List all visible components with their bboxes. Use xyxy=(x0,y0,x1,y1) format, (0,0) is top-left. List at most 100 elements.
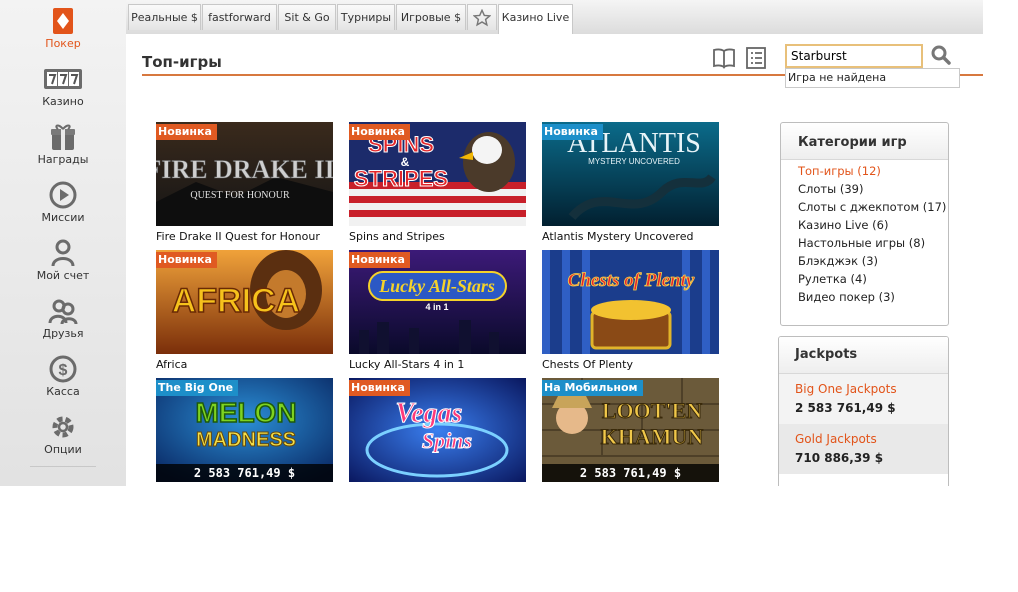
tab-label: Sit & Go xyxy=(284,11,330,24)
svg-text:$: $ xyxy=(59,362,68,379)
game-thumbnail: Vegas Spins Новинка xyxy=(349,378,526,482)
game-tile-melon-madness[interactable]: MELON MADNESS The Big One 2 583 761,49 $ xyxy=(156,378,333,482)
search-input[interactable] xyxy=(785,44,923,68)
tab-tournaments[interactable]: Турниры xyxy=(337,4,395,30)
jackpots-header: Jackpots xyxy=(779,337,948,374)
svg-text:LOOT'EN: LOOT'EN xyxy=(602,398,702,423)
tab-casino-live[interactable]: Казино Live xyxy=(498,4,573,35)
category-jackpot-slots[interactable]: Слоты с джекпотом (17) xyxy=(798,200,946,214)
jackpot-value: 710 886,39 $ xyxy=(795,451,884,465)
sidebar-item-label: Опции xyxy=(44,443,82,456)
search-no-results: Игра не найдена xyxy=(785,68,960,88)
sidebar-item-cashier[interactable]: $ Касса xyxy=(0,348,126,406)
play-circle-icon xyxy=(49,181,77,209)
game-name: Spins and Stripes xyxy=(349,230,445,243)
sidebar-item-label: Награды xyxy=(37,153,89,166)
game-tile-vegas-spins[interactable]: Vegas Spins Новинка xyxy=(349,378,526,482)
category-casino-live[interactable]: Казино Live (6) xyxy=(798,218,888,232)
category-video-poker[interactable]: Видео покер (3) xyxy=(798,290,895,304)
gift-icon xyxy=(51,124,75,150)
game-thumbnail: SPINS & STRIPES Новинка xyxy=(349,122,526,226)
jackpot-row-gold[interactable]: Gold Jackpots 710 886,39 $ xyxy=(779,424,948,474)
game-name: Atlantis Mystery Uncovered xyxy=(542,230,694,243)
tab-label: Казино Live xyxy=(501,11,570,24)
sidebar: Покер Казино Награды Миссии Мой счет Дру… xyxy=(0,0,127,486)
categories-title: Категории игр xyxy=(798,135,907,150)
game-thumbnail: AFRICA Новинка xyxy=(156,250,333,354)
sidebar-item-friends[interactable]: Друзья xyxy=(0,290,126,348)
sidebar-divider xyxy=(30,466,96,467)
sidebar-item-rewards[interactable]: Награды xyxy=(0,116,126,174)
game-name: Fire Drake II Quest for Honour xyxy=(156,230,320,243)
sidebar-item-poker[interactable]: Покер xyxy=(0,0,126,58)
tab-favorites[interactable] xyxy=(467,4,497,30)
sidebar-item-options[interactable]: Опции xyxy=(0,406,126,464)
badge-new: Новинка xyxy=(156,124,217,140)
game-tile-looten-khamun[interactable]: LOOT'EN KHAMUN На Мобильном 2 583 761,49… xyxy=(542,378,719,482)
book-view-icon[interactable] xyxy=(712,46,736,70)
game-tile-chests-of-plenty[interactable]: Chests of Plenty Chests Of Plenty xyxy=(542,250,719,371)
category-slots[interactable]: Слоты (39) xyxy=(798,182,863,196)
categories-panel: Категории игр Топ-игры (12) Слоты (39) С… xyxy=(780,122,949,326)
friends-icon xyxy=(48,299,78,325)
dollar-icon: $ xyxy=(49,355,77,383)
badge-new: Новинка xyxy=(349,252,410,268)
category-roulette[interactable]: Рулетка (4) xyxy=(798,272,867,286)
slot-777-icon xyxy=(44,69,82,89)
tab-label: Турниры xyxy=(340,11,392,24)
tab-play-money[interactable]: Игровые $ xyxy=(396,4,466,30)
user-icon xyxy=(51,239,75,267)
jackpot-name: Big One Jackpots xyxy=(795,382,897,396)
list-view-icon[interactable] xyxy=(744,46,768,70)
svg-text:Lucky All-Stars: Lucky All-Stars xyxy=(378,276,495,296)
game-tile-atlantis[interactable]: ATLANTIS MYSTERY UNCOVERED Новинка Atlan… xyxy=(542,122,719,243)
badge-new: Новинка xyxy=(542,124,603,140)
sidebar-item-label: Покер xyxy=(45,37,81,50)
game-thumbnail: MELON MADNESS The Big One 2 583 761,49 $ xyxy=(156,378,333,482)
jackpot-row-big-one[interactable]: Big One Jackpots 2 583 761,49 $ xyxy=(779,374,948,424)
game-tile-lucky-all-stars[interactable]: Lucky All-Stars 4 in 1 Новинка Lucky All… xyxy=(349,250,526,371)
page-title: Топ-игры xyxy=(142,53,222,71)
svg-text:MELON: MELON xyxy=(195,397,296,428)
sidebar-item-label: Миссии xyxy=(41,211,85,224)
app-window: Покер Казино Награды Миссии Мой счет Дру… xyxy=(0,0,983,486)
category-blackjack[interactable]: Блэкджэк (3) xyxy=(798,254,878,268)
badge-new: Новинка xyxy=(349,124,410,140)
badge-mobile: На Мобильном xyxy=(542,380,643,396)
tab-sit-and-go[interactable]: Sit & Go xyxy=(278,4,336,30)
tab-real-money[interactable]: Реальные $ xyxy=(128,4,201,30)
sidebar-item-casino[interactable]: Казино xyxy=(0,58,126,116)
gear-icon xyxy=(52,416,74,438)
svg-text:Vegas: Vegas xyxy=(396,398,463,429)
jackpots-panel: Jackpots Big One Jackpots 2 583 761,49 $… xyxy=(778,336,949,486)
sidebar-item-missions[interactable]: Миссии xyxy=(0,174,126,232)
game-thumbnail: Chests of Plenty xyxy=(542,250,719,354)
tab-label: Игровые $ xyxy=(400,11,462,24)
svg-text:4 in 1: 4 in 1 xyxy=(425,302,448,312)
jackpot-name: Gold Jackpots xyxy=(795,432,877,446)
jackpot-value: 2 583 761,49 $ xyxy=(795,401,896,415)
sidebar-item-label: Мой счет xyxy=(36,269,90,282)
badge-new: Новинка xyxy=(156,252,217,268)
sidebar-item-account[interactable]: Мой счет xyxy=(0,232,126,290)
sidebar-item-label: Казино xyxy=(42,95,84,108)
search-icon[interactable] xyxy=(930,44,952,66)
svg-text:FIRE DRAKE II: FIRE DRAKE II xyxy=(156,155,333,184)
game-thumbnail: Lucky All-Stars 4 in 1 Новинка xyxy=(349,250,526,354)
category-top-games[interactable]: Топ-игры (12) xyxy=(798,164,881,178)
tab-label: Реальные $ xyxy=(131,11,198,24)
svg-text:MYSTERY UNCOVERED: MYSTERY UNCOVERED xyxy=(588,157,680,166)
badge-new: Новинка xyxy=(349,380,410,396)
svg-text:AFRICA: AFRICA xyxy=(172,282,300,320)
jackpot-amount: 2 583 761,49 $ xyxy=(542,464,719,482)
sidebar-item-label: Друзья xyxy=(42,327,84,340)
top-tab-bar: Реальные $ fastforward Sit & Go Турниры … xyxy=(126,0,983,35)
game-tile-spins-and-stripes[interactable]: SPINS & STRIPES Новинка Spins and Stripe… xyxy=(349,122,526,243)
game-thumbnail: LOOT'EN KHAMUN На Мобильном 2 583 761,49… xyxy=(542,378,719,482)
game-tile-africa[interactable]: AFRICA Новинка Africa xyxy=(156,250,333,371)
poker-diamond-icon xyxy=(53,8,73,34)
tab-fastforward[interactable]: fastforward xyxy=(202,4,277,30)
game-tile-fire-drake[interactable]: FIRE DRAKE II QUEST FOR HONOUR Новинка F… xyxy=(156,122,333,243)
jackpot-amount: 2 583 761,49 $ xyxy=(156,464,333,482)
category-table-games[interactable]: Настольные игры (8) xyxy=(798,236,925,250)
